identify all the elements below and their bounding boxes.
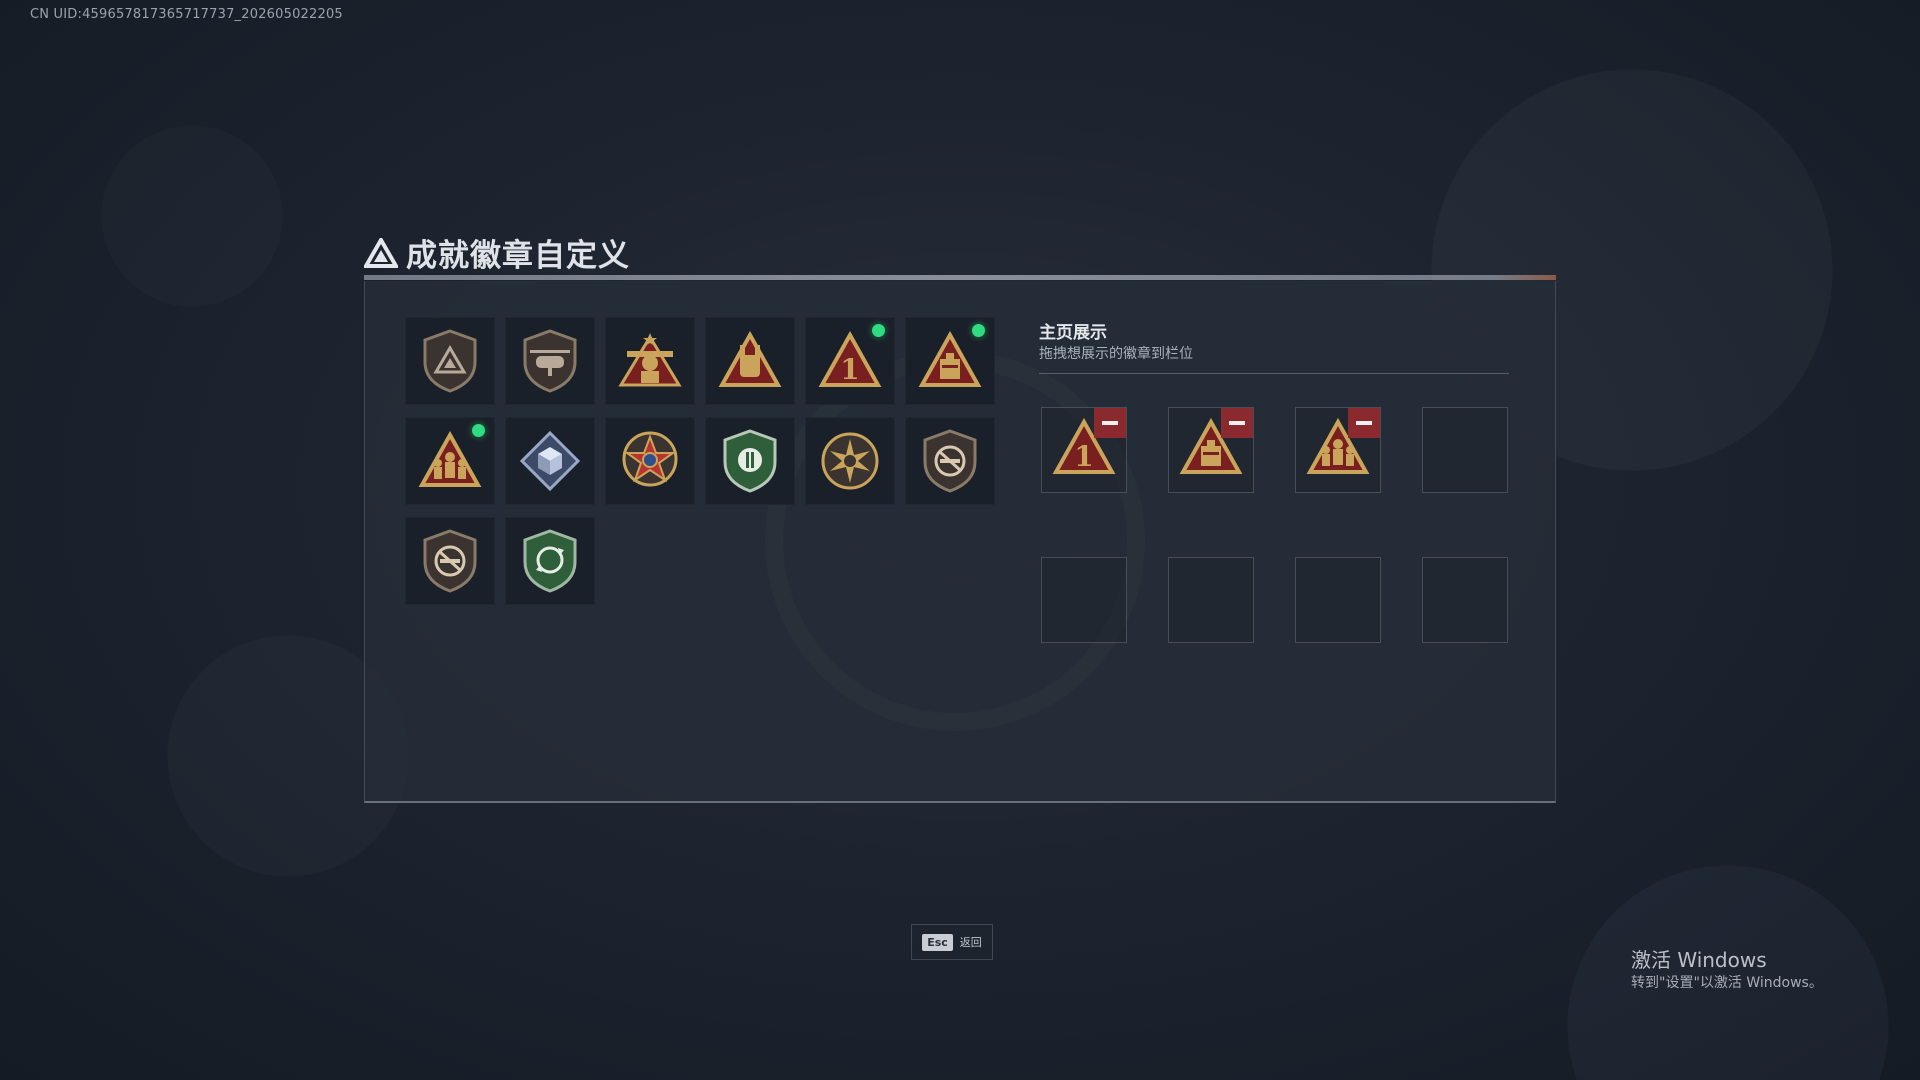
soldier-star-badge-icon bbox=[617, 331, 683, 391]
page-header: 成就徽章自定义 bbox=[364, 230, 630, 275]
back-button[interactable]: Esc 返回 bbox=[911, 924, 993, 960]
badge-cell[interactable] bbox=[605, 317, 695, 405]
showcase-subtitle: 拖拽想展示的徽章到栏位 bbox=[1039, 346, 1193, 362]
badge-cell[interactable] bbox=[405, 317, 495, 405]
windows-activation-subtitle: 转到"设置"以激活 Windows。 bbox=[1631, 975, 1823, 991]
showcase-slot-filled[interactable] bbox=[1168, 407, 1254, 493]
badge-customize-panel: 1 主页展示 拖拽想展示的徽章到栏位 1 bbox=[364, 281, 1556, 803]
new-indicator-dot bbox=[972, 324, 985, 337]
new-indicator-dot bbox=[472, 424, 485, 437]
remove-badge-button[interactable] bbox=[1094, 408, 1126, 438]
no-gun-shield-badge-icon bbox=[920, 428, 980, 494]
number-one-triangle-badge-icon: 1 bbox=[818, 331, 882, 391]
supply-crate-triangle-badge-icon bbox=[918, 331, 982, 391]
showcase-slot-grid: 1 bbox=[1041, 407, 1508, 643]
screen: CN UID:459657817365717737_202605022205 成… bbox=[0, 0, 1920, 1080]
new-indicator-dot bbox=[872, 324, 885, 337]
showcase-slot-empty[interactable] bbox=[1168, 557, 1254, 643]
minus-icon bbox=[1356, 421, 1372, 425]
rock-hand-triangle-badge-icon bbox=[718, 331, 782, 391]
showcase-slot-filled[interactable]: 1 bbox=[1041, 407, 1127, 493]
badge-cell[interactable] bbox=[905, 317, 995, 405]
cube-diamond-badge-icon bbox=[518, 429, 582, 493]
no-gun-shield-badge-icon bbox=[420, 528, 480, 594]
svg-text:1: 1 bbox=[840, 353, 859, 386]
badge-cell[interactable] bbox=[505, 517, 595, 605]
back-label: 返回 bbox=[959, 936, 982, 949]
remove-badge-button[interactable] bbox=[1221, 408, 1253, 438]
recycle-green-shield-badge-icon bbox=[520, 528, 580, 594]
badge-cell[interactable] bbox=[705, 317, 795, 405]
badge-inventory-grid: 1 bbox=[405, 317, 995, 605]
badge-cell[interactable] bbox=[605, 417, 695, 505]
minus-icon bbox=[1102, 421, 1118, 425]
badge-cell[interactable] bbox=[905, 417, 995, 505]
minus-icon bbox=[1229, 421, 1245, 425]
squad-triangle-badge-icon bbox=[418, 431, 482, 491]
green-shield-badge-icon bbox=[720, 428, 780, 494]
esc-key-icon: Esc bbox=[922, 933, 953, 951]
badge-cell[interactable] bbox=[505, 417, 595, 505]
badge-cell[interactable]: 1 bbox=[805, 317, 895, 405]
showcase-divider bbox=[1039, 373, 1509, 374]
badge-cell[interactable] bbox=[805, 417, 895, 505]
badge-cell[interactable] bbox=[405, 417, 495, 505]
badge-cell[interactable] bbox=[705, 417, 795, 505]
showcase-slot-empty[interactable] bbox=[1041, 557, 1127, 643]
badge-cell[interactable] bbox=[505, 317, 595, 405]
sunburst-medal-badge-icon bbox=[818, 429, 882, 493]
badge-cell[interactable] bbox=[405, 517, 495, 605]
triangle-shield-badge-icon bbox=[420, 328, 480, 394]
title-divider bbox=[364, 275, 1556, 280]
svg-text:1: 1 bbox=[1074, 440, 1093, 473]
showcase-slot-empty[interactable] bbox=[1422, 407, 1508, 493]
helicopter-shield-badge-icon bbox=[520, 328, 580, 394]
page-title: 成就徽章自定义 bbox=[406, 238, 630, 274]
triangle-logo-icon bbox=[364, 237, 398, 268]
showcase-slot-filled[interactable] bbox=[1295, 407, 1381, 493]
remove-badge-button[interactable] bbox=[1348, 408, 1380, 438]
windows-activation-title: 激活 Windows bbox=[1631, 948, 1767, 972]
uid-label: CN UID:459657817365717737_202605022205 bbox=[30, 7, 343, 22]
showcase-slot-empty[interactable] bbox=[1422, 557, 1508, 643]
showcase-title: 主页展示 bbox=[1039, 323, 1107, 343]
showcase-slot-empty[interactable] bbox=[1295, 557, 1381, 643]
medal-star-badge-icon bbox=[618, 429, 682, 493]
